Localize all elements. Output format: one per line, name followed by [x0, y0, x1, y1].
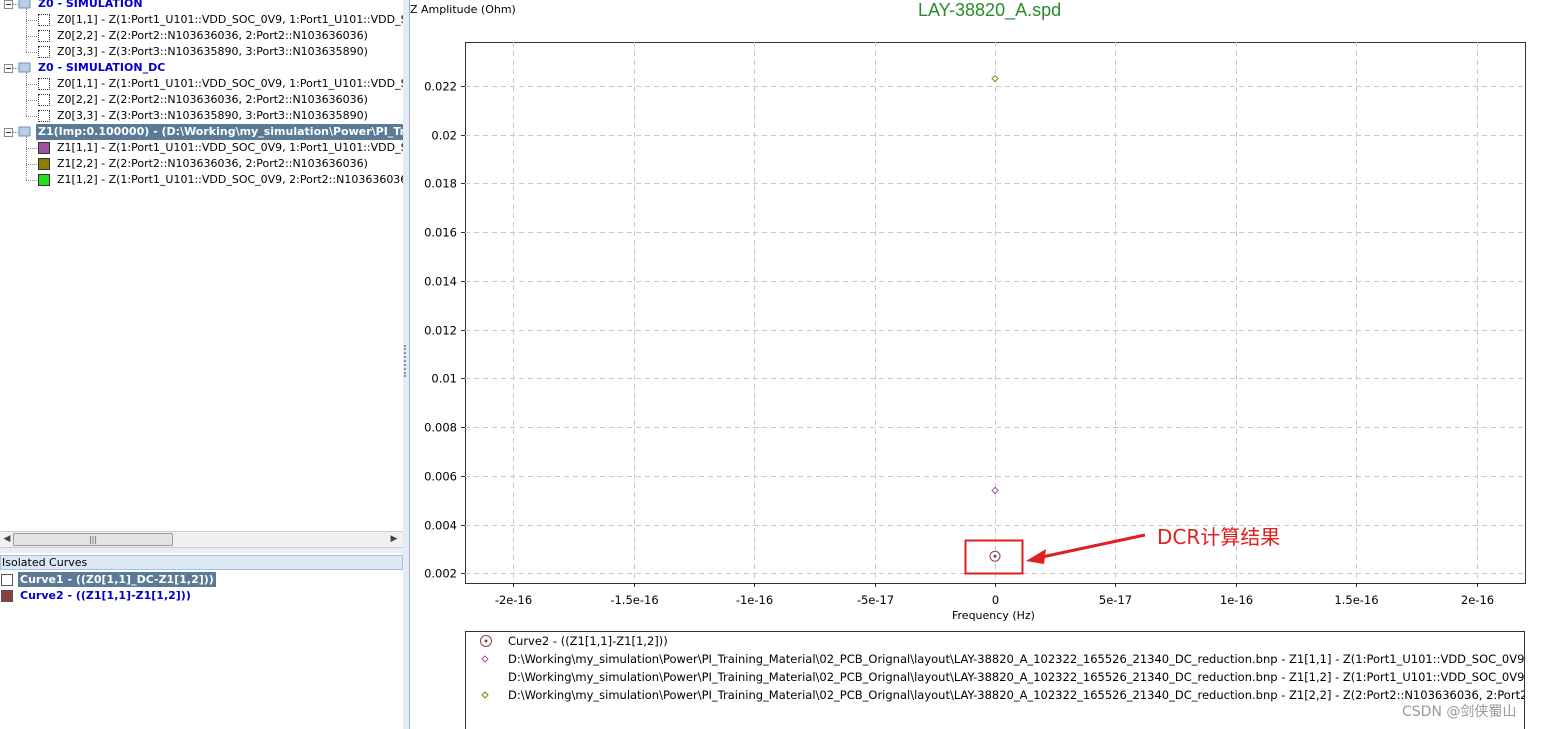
- tree-connector: [26, 116, 37, 117]
- isolated-curve-row[interactable]: Curve1 - ((Z0[1,1]_DC-Z1[1,2])): [0, 572, 403, 587]
- x-tick-label: -1e-16: [736, 593, 773, 607]
- x-tick-label: 5e-17: [1099, 593, 1132, 607]
- y-tick-label: 0.008: [424, 421, 457, 435]
- tree-connector: [26, 136, 27, 180]
- x-tick-label: 1e-16: [1220, 593, 1253, 607]
- scroll-left-icon[interactable]: ◀: [1, 533, 13, 545]
- expand-folder-icon[interactable]: [4, 0, 31, 10]
- tree-item-label: Z1[1,1] - Z(1:Port1_U101::VDD_SOC_0V9, 1…: [57, 141, 403, 154]
- tree-connector: [26, 164, 37, 165]
- tree-connector: [26, 72, 27, 116]
- y-tick-label: 0.016: [424, 226, 457, 240]
- legend-text: Curve2 - ((Z1[1,1]-Z1[1,2])): [508, 634, 668, 648]
- tree-connector: [26, 84, 37, 85]
- tree-connector: [26, 180, 37, 181]
- tree-item-label: Z0[2,2] - Z(2:Port2::N103636036, 2:Port2…: [57, 29, 368, 42]
- tree-item[interactable]: Z1[2,2] - Z(2:Port2::N103636036, 2:Port2…: [0, 156, 403, 172]
- curve-color-swatch[interactable]: [1, 574, 13, 586]
- scroll-thumb[interactable]: |||: [13, 533, 173, 546]
- scroll-right-icon[interactable]: ▶: [388, 533, 400, 545]
- tree-group-title[interactable]: Z0 - SIMULATION_DC: [38, 60, 165, 76]
- curve-color-swatch[interactable]: [38, 30, 50, 42]
- tree-group[interactable]: Z0 - SIMULATION_DC: [0, 60, 403, 76]
- tree-group-title[interactable]: Z1(Imp:0.100000) - (D:\Working\my_simula…: [36, 124, 403, 140]
- y-tick-label: 0.02: [431, 129, 457, 143]
- watermark: CSDN @剑侠蜀山: [1402, 704, 1517, 720]
- tree-connector: [26, 52, 37, 53]
- tree-connector: [26, 100, 37, 101]
- tree-item[interactable]: Z0[3,3] - Z(3:Port3::N103635890, 3:Port3…: [0, 108, 403, 124]
- horizontal-scrollbar[interactable]: ◀ ||| ▶: [0, 531, 403, 548]
- x-tick-label: -2e-16: [495, 593, 532, 607]
- x-tick-label: 1.5e-16: [1334, 593, 1378, 607]
- isolated-curve-row[interactable]: Curve2 - ((Z1[1,1]-Z1[1,2])): [0, 588, 403, 603]
- legend-entry[interactable]: D:\Working\my_simulation\Power\PI_Traini…: [466, 686, 1525, 707]
- curve-color-swatch[interactable]: [1, 590, 13, 602]
- curve-color-swatch[interactable]: [38, 94, 50, 106]
- tree-item-label: Z0[3,3] - Z(3:Port3::N103635890, 3:Port3…: [57, 45, 368, 58]
- tree-connector: [26, 148, 37, 149]
- data-point-center: [993, 554, 997, 558]
- curve-color-swatch[interactable]: [38, 14, 50, 26]
- legend-entry[interactable]: D:\Working\my_simulation\Power\PI_Traini…: [466, 650, 1525, 668]
- tree-item-label: Z0[1,1] - Z(1:Port1_U101::VDD_SOC_0V9, 1…: [57, 13, 403, 26]
- left-panel: Z0 - SIMULATION Z0[1,1] - Z(1:Port1_U101:…: [0, 0, 404, 729]
- tree-group-title[interactable]: Z0 - SIMULATION: [38, 0, 143, 12]
- x-tick-label: -1.5e-16: [610, 593, 658, 607]
- x-tick-label: 2e-16: [1461, 593, 1494, 607]
- y-tick-label: 0.002: [424, 567, 457, 581]
- legend-entry[interactable]: D:\Working\my_simulation\Power\PI_Traini…: [466, 668, 1525, 686]
- curve-color-swatch[interactable]: [38, 78, 50, 90]
- splitter-grip-icon: [404, 345, 409, 377]
- tree-item[interactable]: Z0[1,1] - Z(1:Port1_U101::VDD_SOC_0V9, 1…: [0, 76, 403, 92]
- tree-group[interactable]: Z0 - SIMULATION: [0, 0, 403, 12]
- curve-color-swatch[interactable]: [38, 174, 50, 186]
- tree-item-label: Z0[3,3] - Z(3:Port3::N103635890, 3:Port3…: [57, 109, 368, 122]
- legend-entry[interactable]: Curve2 - ((Z1[1,1]-Z1[1,2])): [466, 632, 1524, 650]
- y-tick-label: 0.014: [424, 275, 457, 289]
- tree-item-label: Z0[2,2] - Z(2:Port2::N103636036, 2:Port2…: [57, 93, 368, 106]
- curve-color-swatch[interactable]: [38, 46, 50, 58]
- isolated-curves-header: Isolated Curves: [0, 555, 403, 570]
- expand-folder-icon[interactable]: [4, 62, 31, 74]
- tree-item-label: Z1[2,2] - Z(2:Port2::N103636036, 2:Port2…: [57, 157, 368, 170]
- tree-item-label: Z0[1,1] - Z(1:Port1_U101::VDD_SOC_0V9, 1…: [57, 77, 403, 90]
- tree-item-label: Z1[1,2] - Z(1:Port1_U101::VDD_SOC_0V9, 2…: [57, 173, 403, 186]
- expand-folder-icon[interactable]: [4, 126, 31, 138]
- y-tick-label: 0.022: [424, 80, 457, 94]
- tree-item[interactable]: Z0[3,3] - Z(3:Port3::N103635890, 3:Port3…: [0, 44, 403, 60]
- plot-area[interactable]: -2e-16 -1.5e-16 -1e-16 -5e-17 0 5e-17 1e-16 1.5…: [410, 0, 1551, 631]
- tree-item[interactable]: Z1[1,1] - Z(1:Port1_U101::VDD_SOC_0V9, 1…: [0, 140, 403, 156]
- x-tick-label: -5e-17: [857, 593, 894, 607]
- x-tick-label: 0: [992, 593, 999, 607]
- tree-item[interactable]: Z0[1,1] - Z(1:Port1_U101::VDD_SOC_0V9, 1…: [0, 12, 403, 28]
- panel-splitter[interactable]: [0, 548, 403, 553]
- legend-text: D:\Working\my_simulation\Power\PI_Traini…: [508, 670, 1525, 684]
- legend-diamond-icon: [479, 688, 491, 707]
- tree-item[interactable]: Z0[2,2] - Z(2:Port2::N103636036, 2:Port2…: [0, 92, 403, 108]
- tree-connector: [26, 20, 37, 21]
- legend-text: D:\Working\my_simulation\Power\PI_Traini…: [508, 688, 1525, 702]
- tree-connector: [26, 8, 27, 52]
- y-tick-label: 0.006: [424, 470, 457, 484]
- curve-color-swatch[interactable]: [38, 158, 50, 170]
- curve-color-swatch[interactable]: [38, 110, 50, 122]
- isolated-curve-label[interactable]: Curve1 - ((Z0[1,1]_DC-Z1[1,2])): [18, 572, 216, 587]
- y-tick-label: 0.012: [424, 324, 457, 338]
- y-tick-label: 0.01: [431, 372, 457, 386]
- tree-connector: [26, 36, 37, 37]
- y-tick-label: 0.004: [424, 519, 457, 533]
- result-tree: Z0 - SIMULATION Z0[1,1] - Z(1:Port1_U101:…: [0, 0, 403, 530]
- isolated-curve-label[interactable]: Curve2 - ((Z1[1,1]-Z1[1,2])): [18, 588, 193, 603]
- tree-item[interactable]: Z0[2,2] - Z(2:Port2::N103636036, 2:Port2…: [0, 28, 403, 44]
- chart-legend: Curve2 - ((Z1[1,1]-Z1[1,2])) D:\Working\m…: [465, 631, 1525, 729]
- dcr-annotation: DCR计算结果: [1157, 525, 1281, 549]
- legend-text: D:\Working\my_simulation\Power\PI_Traini…: [508, 652, 1525, 666]
- y-tick-label: 0.018: [424, 177, 457, 191]
- curve-color-swatch[interactable]: [38, 142, 50, 154]
- vertical-splitter[interactable]: [403, 0, 410, 729]
- tree-group[interactable]: Z1(Imp:0.100000) - (D:\Working\my_simula…: [0, 124, 403, 140]
- tree-item[interactable]: Z1[1,2] - Z(1:Port1_U101::VDD_SOC_0V9, 2…: [0, 172, 403, 188]
